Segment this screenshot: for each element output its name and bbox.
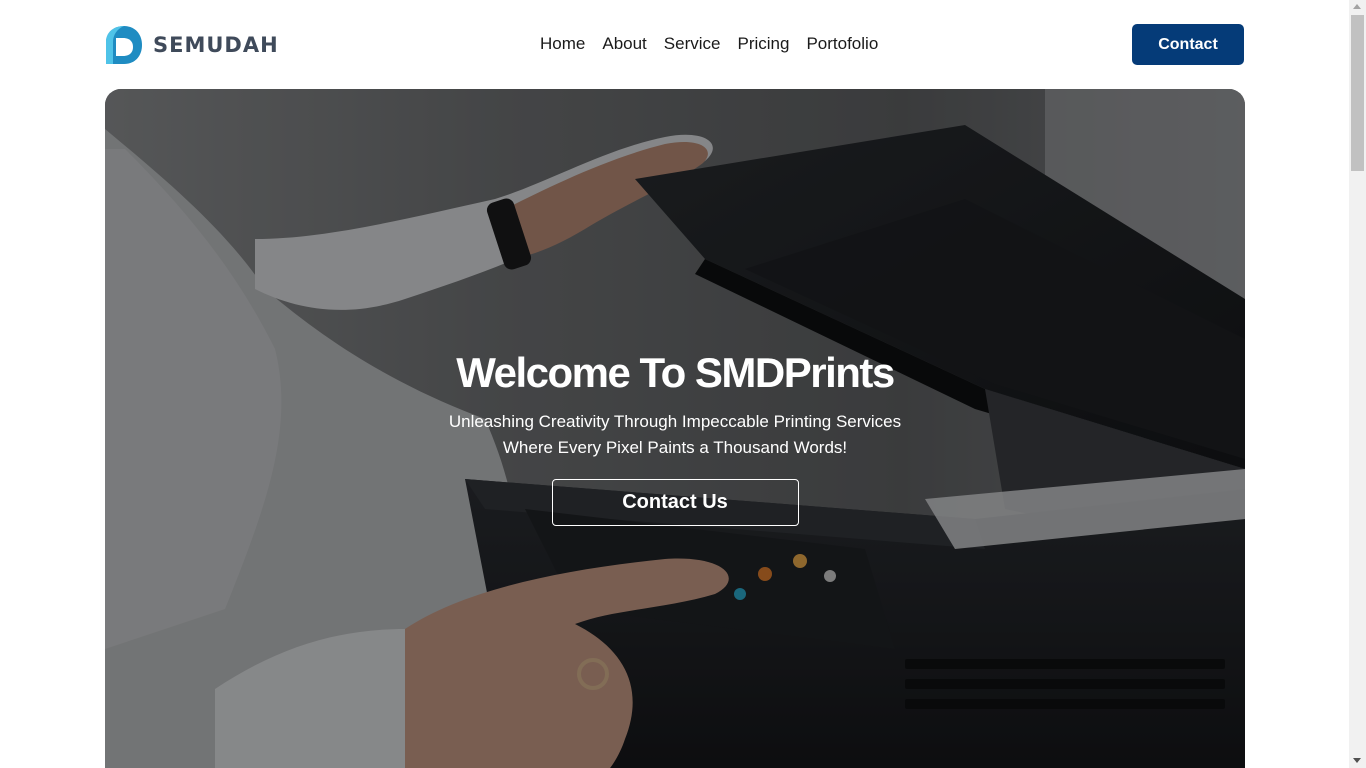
site-header: SEMUDAH Home About Service Pricing Porto… xyxy=(0,0,1349,89)
page: SEMUDAH Home About Service Pricing Porto… xyxy=(0,0,1349,768)
hero-content: Welcome To SMDPrints Unleashing Creativi… xyxy=(105,347,1245,526)
vertical-scrollbar[interactable] xyxy=(1349,0,1366,768)
nav-item-home[interactable]: Home xyxy=(540,33,585,55)
contact-us-button[interactable]: Contact Us xyxy=(551,479,799,526)
scroll-up-arrow-icon[interactable] xyxy=(1353,4,1361,9)
hero-subtitle-line-1: Unleashing Creativity Through Impeccable… xyxy=(448,412,902,431)
hero-title: Welcome To SMDPrints xyxy=(456,349,895,396)
logo-mark-icon xyxy=(105,25,143,65)
contact-button[interactable]: Contact xyxy=(1132,24,1244,65)
nav-item-about[interactable]: About xyxy=(602,33,646,55)
scrollbar-thumb[interactable] xyxy=(1351,15,1364,171)
hero-subtitle-line-2: Where Every Pixel Paints a Thousand Word… xyxy=(502,438,848,457)
logo[interactable]: SEMUDAH xyxy=(105,24,279,66)
nav-item-service[interactable]: Service xyxy=(664,33,721,55)
nav-item-pricing[interactable]: Pricing xyxy=(737,33,789,55)
scroll-down-arrow-icon[interactable] xyxy=(1353,758,1361,763)
hero-subtitle: Unleashing Creativity Through Impeccable… xyxy=(105,409,1245,461)
logo-text: SEMUDAH xyxy=(153,33,279,57)
hero-section: Welcome To SMDPrints Unleashing Creativi… xyxy=(105,89,1245,768)
main-nav: Home About Service Pricing Portofolio xyxy=(540,33,878,55)
nav-item-portofolio[interactable]: Portofolio xyxy=(806,33,878,55)
